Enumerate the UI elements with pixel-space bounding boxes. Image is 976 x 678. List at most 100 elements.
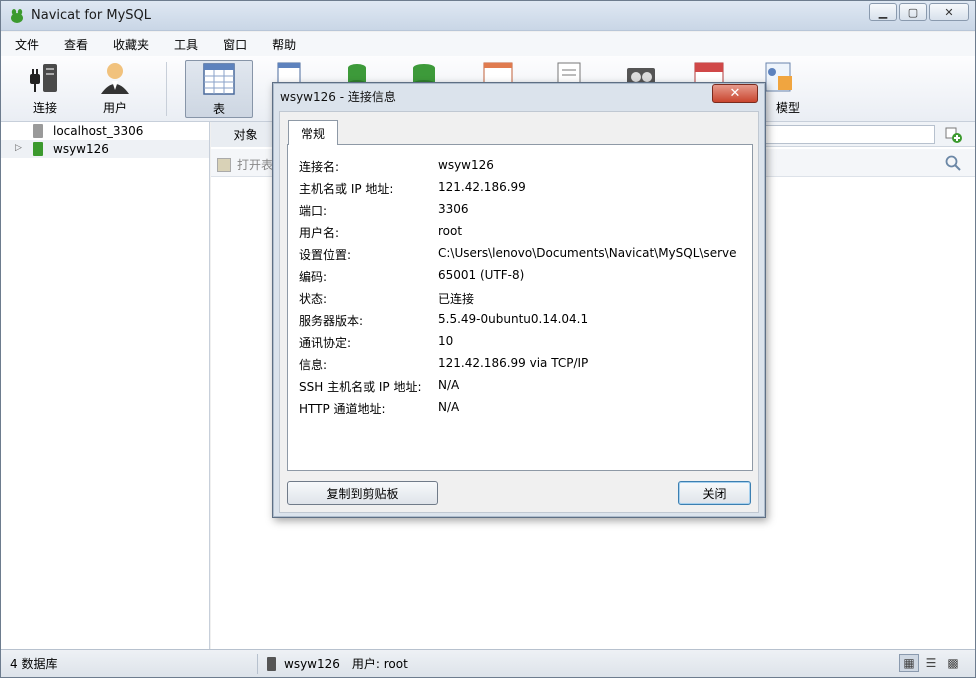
server-icon (267, 656, 276, 671)
info-row: 编码: 65001 (UTF-8) (299, 268, 742, 286)
menu-file[interactable]: 文件 (9, 36, 45, 53)
info-key: 主机名或 IP 地址: (299, 182, 394, 196)
menu-tools[interactable]: 工具 (168, 36, 204, 53)
grid-view-icon: ▦ (903, 656, 915, 670)
close-icon: ✕ (729, 86, 741, 101)
info-row: 状态: 已连接 (299, 290, 742, 308)
open-table-label: 打开表 (237, 158, 274, 172)
tree-item-localhost[interactable]: localhost_3306 (1, 122, 209, 140)
tree-item-label: wsyw126 (53, 142, 109, 156)
user-label: 用户 (102, 101, 127, 115)
table-label: 表 (212, 102, 225, 116)
open-table-button[interactable]: 打开表 (217, 156, 273, 173)
object-filter-input[interactable] (763, 125, 935, 144)
connection-tree: localhost_3306 ▷ wsyw126 (1, 122, 210, 649)
close-icon: ✕ (944, 5, 954, 19)
minimize-button[interactable]: ▁ (869, 3, 897, 21)
tree-item-wsyw126[interactable]: ▷ wsyw126 (1, 140, 209, 158)
info-row: 设置位置: C:\Users\lenovo\Documents\Navicat\… (299, 246, 742, 264)
info-row: HTTP 通道地址: N/A (299, 400, 742, 418)
info-value: 65001 (UTF-8) (438, 268, 525, 282)
info-row: 主机名或 IP 地址: 121.42.186.99 (299, 180, 742, 198)
connection-info-dialog: wsyw126 - 连接信息 ✕ 常规 连接名: wsyw126 主机名或 IP… (272, 82, 766, 518)
status-user: 用户: root (351, 657, 408, 671)
info-key: 连接名: (299, 160, 340, 174)
info-value: N/A (438, 378, 460, 392)
info-value: 121.42.186.99 (438, 180, 526, 194)
general-info-panel: 连接名: wsyw126 主机名或 IP 地址: 121.42.186.99 端… (287, 144, 753, 471)
info-value: root (438, 224, 463, 238)
window-controls: ▁ ▢ ✕ (867, 3, 969, 21)
search-icon[interactable] (945, 155, 961, 171)
info-value: 5.5.49-0ubuntu0.14.04.1 (438, 312, 589, 326)
close-window-button[interactable]: ✕ (929, 3, 969, 21)
view-mode-buttons: ▦ ☰ ▩ (897, 654, 963, 672)
menu-window[interactable]: 窗口 (217, 36, 253, 53)
info-key: 通讯协定: (299, 336, 352, 350)
info-key: 设置位置: (299, 248, 352, 262)
maximize-button[interactable]: ▢ (899, 3, 927, 21)
info-row: 用户名: root (299, 224, 742, 242)
dialog-ok-close-button[interactable]: 关闭 (678, 481, 751, 505)
detail-view-icon: ▩ (947, 656, 959, 670)
connect-button[interactable]: 连接 (14, 60, 76, 118)
info-key: 状态: (299, 292, 328, 306)
info-row: 连接名: wsyw126 (299, 158, 742, 176)
navicat-logo-icon (11, 9, 23, 23)
tree-item-label: localhost_3306 (53, 124, 144, 138)
dialog-body: 常规 连接名: wsyw126 主机名或 IP 地址: 121.42.186.9… (279, 111, 759, 513)
info-value: 10 (438, 334, 454, 348)
window-title: Navicat for MySQL (31, 8, 151, 23)
dialog-title: wsyw126 - 连接信息 (280, 90, 396, 104)
user-icon (101, 63, 129, 94)
menu-help[interactable]: 帮助 (266, 36, 302, 53)
connect-label: 连接 (32, 101, 57, 115)
info-value: wsyw126 (438, 158, 494, 172)
info-key: SSH 主机名或 IP 地址: (299, 380, 422, 394)
toolbar-separator (166, 62, 167, 116)
maximize-icon: ▢ (907, 5, 919, 19)
server-disconnected-icon (33, 124, 43, 138)
info-key: 用户名: (299, 226, 340, 240)
info-value: 3306 (438, 202, 469, 216)
title-bar[interactable]: Navicat for MySQL ▁ ▢ ✕ (1, 1, 975, 31)
info-key: 服务器版本: (299, 314, 364, 328)
menu-view[interactable]: 查看 (58, 36, 94, 53)
minimize-icon: ▁ (878, 5, 888, 19)
info-key: 端口: (299, 204, 328, 218)
tab-general[interactable]: 常规 (288, 120, 338, 145)
detail-view-button[interactable]: ▩ (943, 654, 963, 672)
main-window: Navicat for MySQL ▁ ▢ ✕ 文件 查看 收藏夹 工具 窗口 … (0, 0, 976, 678)
info-key: 信息: (299, 358, 328, 372)
dialog-close-button[interactable]: ✕ (712, 84, 758, 103)
list-view-button[interactable]: ☰ (921, 654, 941, 672)
model-label: 模型 (775, 101, 800, 115)
status-connection: wsyw126 用户: root (267, 655, 408, 672)
open-table-icon (217, 157, 231, 172)
info-value: 121.42.186.99 via TCP/IP (438, 356, 589, 370)
info-value: 已连接 (438, 292, 475, 306)
status-bar: 4 数据库 wsyw126 用户: root ▦ ☰ ▩ (1, 649, 975, 677)
table-button[interactable]: 表 (185, 60, 253, 118)
info-row: 端口: 3306 (299, 202, 742, 220)
menu-bar: 文件 查看 收藏夹 工具 窗口 帮助 (1, 32, 975, 56)
table-icon (203, 63, 235, 95)
status-separator (257, 654, 258, 674)
info-value: N/A (438, 400, 460, 414)
add-tab-icon[interactable] (945, 126, 963, 144)
menu-favorites[interactable]: 收藏夹 (107, 36, 155, 53)
copy-to-clipboard-button[interactable]: 复制到剪贴板 (287, 481, 438, 505)
info-key: 编码: (299, 270, 328, 284)
info-row: 通讯协定: 10 (299, 334, 742, 352)
expand-arrow-icon[interactable]: ▷ (15, 143, 22, 153)
info-row: SSH 主机名或 IP 地址: N/A (299, 378, 742, 396)
grid-view-button[interactable]: ▦ (899, 654, 919, 672)
info-key: HTTP 通道地址: (299, 402, 386, 416)
info-row: 服务器版本: 5.5.49-0ubuntu0.14.04.1 (299, 312, 742, 330)
user-button[interactable]: 用户 (84, 60, 146, 118)
plug-icon (30, 64, 57, 92)
status-connection-name: wsyw126 (284, 656, 340, 671)
info-row: 信息: 121.42.186.99 via TCP/IP (299, 356, 742, 374)
tab-objects[interactable]: 对象 (211, 122, 281, 147)
database-count: 4 数据库 (10, 657, 58, 671)
